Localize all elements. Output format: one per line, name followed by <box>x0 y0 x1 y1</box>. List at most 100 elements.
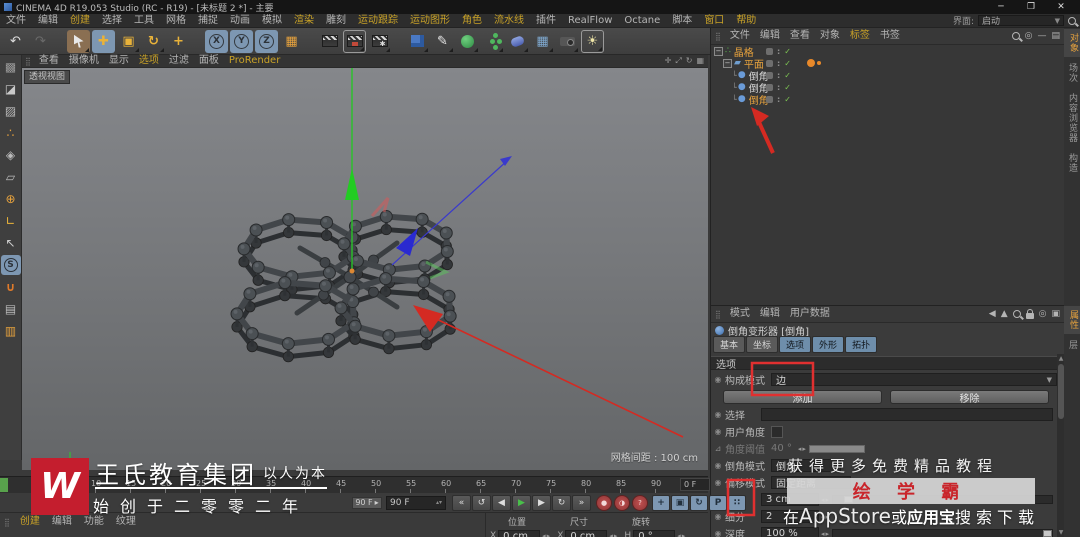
manager-tab[interactable]: 场次 <box>1065 59 1079 87</box>
polygons-mode-button[interactable]: ▱ <box>1 167 21 187</box>
viewport-menu-item[interactable]: ProRender <box>224 54 285 68</box>
visibility-dots-icon[interactable]: : <box>777 59 780 68</box>
interface-dropdown[interactable]: 启动 ▼ <box>978 15 1064 27</box>
manager-tab[interactable]: 构造 <box>1065 149 1079 177</box>
parameter-radio-icon[interactable]: ◉ <box>711 478 725 487</box>
new-window-icon[interactable]: ▣ <box>1051 309 1060 319</box>
record-scale-button[interactable]: ▣ <box>671 494 689 511</box>
toggle-view-icon[interactable]: ▦ <box>696 56 704 66</box>
coordinate-field[interactable]: X 0 cm ◂▸ <box>557 530 620 537</box>
main-menu-item[interactable]: 文件 <box>0 14 32 28</box>
disabled-slider[interactable] <box>808 444 865 453</box>
back-icon[interactable]: ◀ <box>989 309 996 319</box>
viewport-menu-item[interactable]: 面板 <box>194 54 224 68</box>
target-icon[interactable]: ◎ <box>1025 31 1033 41</box>
main-menu-item[interactable]: 捕捉 <box>192 14 224 28</box>
enabled-check-icon[interactable]: ✓ <box>784 95 791 104</box>
visibility-dots-icon[interactable]: : <box>777 71 780 80</box>
record-point-level-button[interactable]: ∷ <box>728 494 746 511</box>
attribute-manager-menu-item[interactable]: 用户数据 <box>785 307 835 321</box>
previous-frame-button[interactable]: ◀ <box>492 494 511 511</box>
axis-gizmo[interactable] <box>345 68 512 280</box>
layers-lock-button[interactable]: ▤ <box>1 299 21 319</box>
main-menu-item[interactable]: 脚本 <box>666 14 698 28</box>
add-environment-button[interactable]: ▦ <box>531 30 554 53</box>
remove-button[interactable]: 移除 <box>890 390 1049 405</box>
manager-tab[interactable]: 属性 <box>1064 306 1080 334</box>
parameter-textfield[interactable] <box>761 408 1053 421</box>
range-end-field[interactable]: 90 F ▴▾ <box>386 495 446 510</box>
parameter-radio-icon[interactable]: ◉ <box>711 461 725 470</box>
viewport-menu-item[interactable]: 选项 <box>134 54 164 68</box>
coordinate-value[interactable]: 0 cm <box>498 530 541 537</box>
main-menu-item[interactable]: 模拟 <box>256 14 288 28</box>
render-view-button[interactable] <box>318 30 341 53</box>
parameter-slider[interactable] <box>832 495 1053 504</box>
timeline-ruler[interactable]: 0 F 10 15 20 25 30 35 40 45 50 55 60 65 70 75 80 85 90 <box>0 476 710 493</box>
record-rotation-button[interactable]: ↻ <box>690 494 708 511</box>
workplane-mode-button[interactable]: ∟ <box>1 211 21 231</box>
parameter-radio-icon[interactable]: ◉ <box>711 375 725 384</box>
panel-handle-icon[interactable]: ⣿ <box>0 518 14 527</box>
stepper-icon[interactable]: ◂▸ <box>609 532 618 537</box>
add-primitive-button[interactable] <box>406 30 429 53</box>
lock-y-axis-button[interactable]: Y <box>230 29 253 53</box>
parameter-dropdown[interactable]: 倒角 <box>771 459 841 473</box>
main-menu-item[interactable]: 网格 <box>160 14 192 28</box>
object-manager-menu-item[interactable]: 文件 <box>725 29 755 43</box>
object-tree-row[interactable]: − ∴ 晶格: ✓ <box>711 45 1065 59</box>
undo-button[interactable]: ↶ <box>4 30 27 53</box>
parameter-radio-icon[interactable]: ◉ <box>711 529 725 537</box>
manager-tab[interactable]: 对象 <box>1064 29 1080 57</box>
expand-collapse-icon[interactable]: − <box>723 58 732 68</box>
parameter-radio-icon[interactable]: ⊿ <box>711 444 725 453</box>
model-mode-button[interactable]: ◪ <box>1 79 21 99</box>
main-menu-item[interactable]: Octane <box>618 14 666 28</box>
stepper-icon[interactable]: ◂▸ <box>821 496 830 504</box>
record-keyframe-button[interactable]: ● <box>596 494 612 511</box>
goto-start-button[interactable]: « <box>452 494 471 511</box>
main-menu-item[interactable]: 运动图形 <box>404 14 456 28</box>
parameter-radio-icon[interactable]: ◉ <box>711 427 725 436</box>
zoom-view-icon[interactable]: ⤢ <box>675 56 681 66</box>
add-button[interactable]: 添加 <box>723 390 882 405</box>
stepper-icon[interactable]: ◂▸ <box>677 532 686 537</box>
expand-collapse-icon[interactable]: − <box>714 46 723 56</box>
add-deformer-button[interactable] <box>506 30 529 53</box>
enabled-check-icon[interactable]: ✓ <box>784 71 791 80</box>
main-menu-item[interactable]: 选择 <box>96 14 128 28</box>
pan-view-icon[interactable]: ✛ <box>665 56 672 66</box>
magnet-snap-button[interactable]: ∪ <box>1 277 21 297</box>
parameter-dropdown[interactable]: 固定距离 <box>771 476 851 490</box>
target-icon[interactable]: ◎ <box>1039 309 1047 319</box>
goto-end-button[interactable]: » <box>572 494 591 511</box>
main-menu-item[interactable]: 帮助 <box>730 14 762 28</box>
next-key-button[interactable]: ↻ <box>552 494 571 511</box>
main-menu-item[interactable]: 窗口 <box>698 14 730 28</box>
search-icon[interactable] <box>1068 16 1076 25</box>
make-editable-button[interactable]: ▩ <box>1 57 21 77</box>
visibility-dots-icon[interactable]: : <box>777 95 780 104</box>
minimize-button[interactable]: ─ <box>986 0 1016 14</box>
slider-handle[interactable] <box>1043 530 1052 537</box>
main-menu-item[interactable]: 流水线 <box>488 14 530 28</box>
close-button[interactable]: ✕ <box>1046 0 1076 14</box>
snap-toggle-button[interactable]: S <box>0 255 21 275</box>
panel-handle-icon[interactable]: ⣿ <box>711 32 725 41</box>
enabled-check-icon[interactable]: ✓ <box>784 47 791 56</box>
layers-quantize-button[interactable]: ▥ <box>1 321 21 341</box>
add-light-button[interactable]: ☀ <box>581 29 604 53</box>
main-menu-item[interactable]: 工具 <box>128 14 160 28</box>
parameter-spinner[interactable]: 3 cm <box>761 493 819 506</box>
previous-key-button[interactable]: ↺ <box>472 494 491 511</box>
parameter-spinner[interactable]: 2 <box>761 510 819 523</box>
record-position-button[interactable]: + <box>652 494 670 511</box>
attribute-tab-基本[interactable]: 基本 <box>713 336 746 353</box>
search-icon[interactable] <box>1012 310 1021 318</box>
rotate-tool-button[interactable]: ↻ <box>142 30 165 53</box>
viewport-menu-item[interactable]: 查看 <box>34 54 64 68</box>
enabled-check-icon[interactable]: ✓ <box>784 83 791 92</box>
stepper-icon[interactable]: ◂▸ <box>821 530 830 537</box>
object-tree-row[interactable]: └ ● 倒角: ✓ <box>711 93 1065 107</box>
main-menu-item[interactable]: 渲染 <box>288 14 320 28</box>
